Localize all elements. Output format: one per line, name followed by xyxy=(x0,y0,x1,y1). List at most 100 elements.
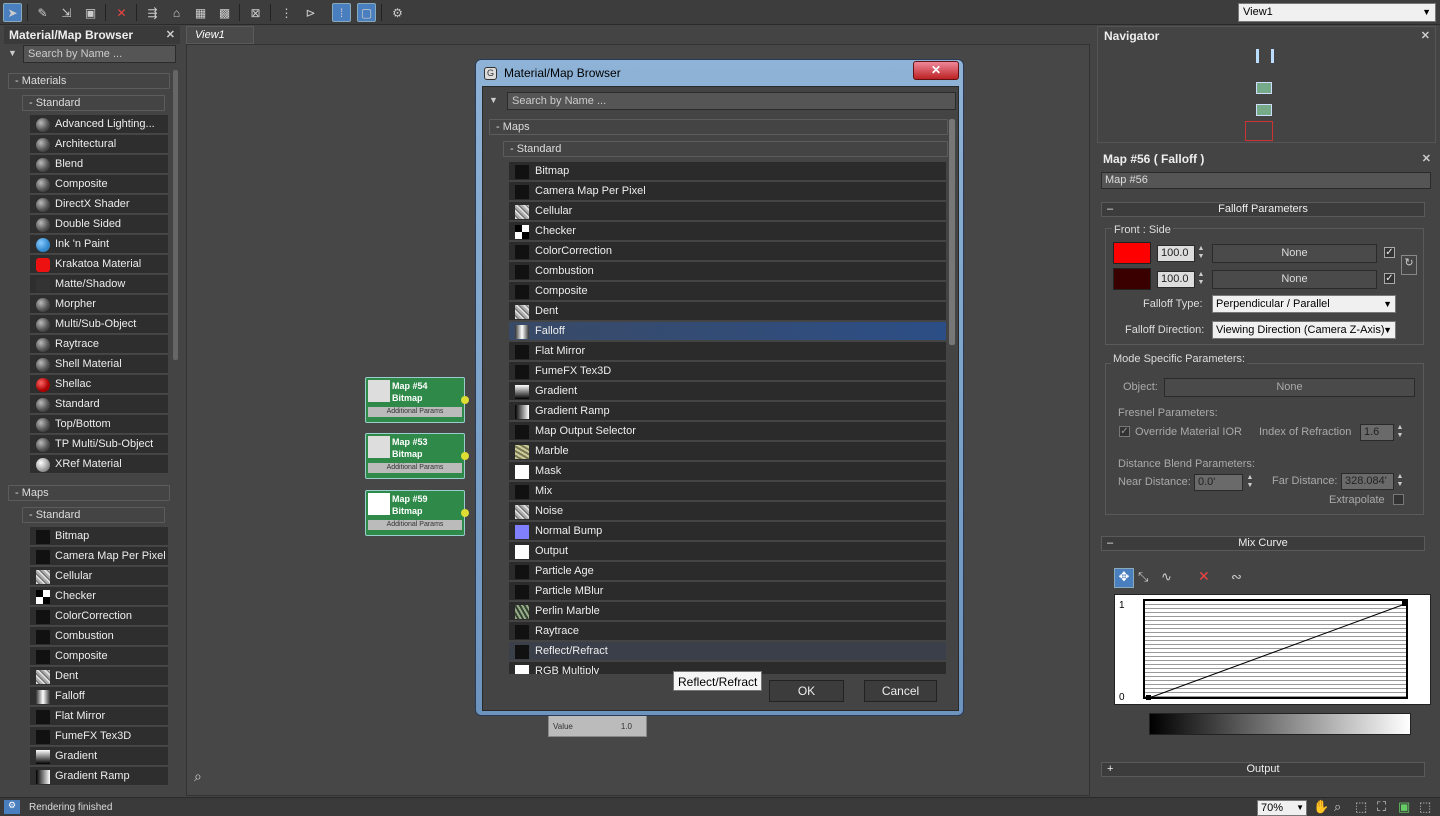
scrollbar[interactable] xyxy=(949,119,955,345)
list-item[interactable]: Raytrace xyxy=(509,622,946,641)
pan-hand-icon[interactable]: ✋ xyxy=(1313,799,1329,815)
zoom-extents-icon[interactable]: ⛶ xyxy=(1377,799,1386,815)
zoom-icon[interactable]: ⌕ xyxy=(1334,799,1341,815)
object-pick-button[interactable]: None xyxy=(1164,378,1415,397)
side-map-checkbox[interactable]: ✓ xyxy=(1384,273,1395,284)
list-item[interactable]: Particle MBlur xyxy=(509,582,946,601)
list-item[interactable]: Output xyxy=(509,542,946,561)
list-item[interactable]: Advanced Lighting... xyxy=(30,115,168,134)
ior-field[interactable]: 1.6 xyxy=(1360,424,1394,441)
zoom-selected-icon[interactable]: ▣ xyxy=(1398,799,1410,815)
hide-unused-icon[interactable]: ⌂ xyxy=(167,3,186,22)
bitmap-node[interactable]: Map #54 Bitmap Additional Params xyxy=(365,377,469,423)
list-item[interactable]: Flat Mirror xyxy=(509,342,946,361)
list-item[interactable]: Top/Bottom xyxy=(30,415,168,434)
list-item[interactable]: FumeFX Tex3D xyxy=(30,727,168,746)
list-item[interactable]: Bitmap xyxy=(30,527,168,546)
options-icon[interactable]: ⚙ xyxy=(388,3,407,22)
list-item[interactable]: Gradient Ramp xyxy=(30,767,168,786)
list-item[interactable]: Falloff xyxy=(30,687,168,706)
maps-group-header[interactable]: - Maps xyxy=(489,119,948,135)
list-item[interactable]: Cellular xyxy=(30,567,168,586)
swap-colors-icon[interactable]: ↻ xyxy=(1401,255,1417,275)
list-item[interactable]: Krakatoa Material xyxy=(30,255,168,274)
extrapolate-checkbox[interactable] xyxy=(1393,494,1404,505)
show-background-icon[interactable]: ⊠ xyxy=(246,3,265,22)
spinner-icon[interactable]: ▲ ▼ xyxy=(1395,424,1405,441)
list-item[interactable]: Falloff xyxy=(509,322,946,341)
front-color-swatch[interactable] xyxy=(1113,242,1151,264)
list-item[interactable]: Composite xyxy=(509,282,946,301)
dialog-search-input[interactable]: Search by Name ... xyxy=(507,92,956,110)
partial-node[interactable]: Value 1.0 xyxy=(548,715,647,737)
zoom-dropdown[interactable]: 70% ▼ xyxy=(1257,800,1307,816)
pick-material-icon[interactable]: ▣ xyxy=(81,3,100,22)
list-item[interactable]: Perlin Marble xyxy=(509,602,946,621)
list-item[interactable]: Double Sided xyxy=(30,215,168,234)
delete-icon[interactable]: ✕ xyxy=(112,3,131,22)
close-button[interactable]: ✕ xyxy=(913,61,959,80)
output-socket[interactable] xyxy=(461,452,469,460)
list-item[interactable]: Dent xyxy=(509,302,946,321)
scale-point-icon[interactable]: ⤡ xyxy=(1138,569,1148,585)
map-name-field[interactable]: Map #56 xyxy=(1101,172,1431,189)
eyedropper-icon[interactable]: ✎ xyxy=(33,3,52,22)
list-item[interactable]: Checker xyxy=(509,222,946,241)
standard-maps-header[interactable]: - Standard xyxy=(503,141,948,157)
list-item[interactable]: DirectX Shader xyxy=(30,195,168,214)
view-dropdown[interactable]: View1 ▼ xyxy=(1238,3,1436,22)
list-item[interactable]: Marble xyxy=(509,442,946,461)
list-item[interactable]: Particle Age xyxy=(509,562,946,581)
list-item[interactable]: Flat Mirror xyxy=(30,707,168,726)
list-item[interactable]: Camera Map Per Pixel xyxy=(30,547,168,566)
list-item[interactable]: Cellular xyxy=(509,202,946,221)
list-item[interactable]: Composite xyxy=(30,647,168,666)
binoculars-icon[interactable]: ⌕ xyxy=(194,768,202,785)
list-item[interactable]: Architectural xyxy=(30,135,168,154)
list-item[interactable]: Bitmap xyxy=(509,162,946,181)
list-item[interactable]: Combustion xyxy=(30,627,168,646)
close-icon[interactable]: ✕ xyxy=(1422,152,1431,165)
front-amount-field[interactable]: 100.0 xyxy=(1157,245,1195,262)
list-item[interactable]: Mix xyxy=(509,482,946,501)
assign-material-icon[interactable]: ⇲ xyxy=(57,3,76,22)
list-item[interactable]: Multi/Sub-Object xyxy=(30,315,168,334)
list-item[interactable]: Mask xyxy=(509,462,946,481)
list-item[interactable]: Matte/Shadow xyxy=(30,275,168,294)
list-item[interactable]: TP Multi/Sub-Object xyxy=(30,435,168,454)
ok-button[interactable]: OK xyxy=(769,680,844,702)
delete-point-icon[interactable]: ✕ xyxy=(1198,568,1210,585)
mix-curve-rollout[interactable]: – Mix Curve xyxy=(1101,536,1425,551)
list-item[interactable]: FumeFX Tex3D xyxy=(509,362,946,381)
list-item[interactable]: Morpher xyxy=(30,295,168,314)
far-distance-field[interactable]: 328.084' xyxy=(1341,473,1394,490)
side-map-button[interactable]: None xyxy=(1212,270,1377,289)
list-item[interactable]: Composite xyxy=(30,175,168,194)
move-point-icon[interactable]: ✥ xyxy=(1114,568,1134,588)
spinner-icon[interactable]: ▲ ▼ xyxy=(1245,474,1255,491)
list-item[interactable]: Gradient xyxy=(30,747,168,766)
insert-point-icon[interactable]: ∿ xyxy=(1161,569,1172,585)
scrollbar[interactable] xyxy=(173,70,178,360)
falloff-type-dropdown[interactable]: Perpendicular / Parallel ▼ xyxy=(1212,295,1396,313)
front-map-button[interactable]: None xyxy=(1212,244,1377,263)
show-params-icon[interactable]: ▢ xyxy=(357,3,376,22)
reset-curve-icon[interactable]: ∾ xyxy=(1231,569,1242,585)
output-rollout[interactable]: + Output xyxy=(1101,762,1425,777)
output-socket[interactable] xyxy=(461,509,469,517)
list-item[interactable]: Map Output Selector xyxy=(509,422,946,441)
mix-curve-graph[interactable]: 1 0 xyxy=(1114,594,1431,705)
list-item[interactable]: Shellac xyxy=(30,375,168,394)
list-item[interactable]: Normal Bump xyxy=(509,522,946,541)
spinner-icon[interactable]: ▲ ▼ xyxy=(1196,245,1206,262)
near-distance-field[interactable]: 0.0' xyxy=(1194,474,1243,491)
standard-materials-header[interactable]: - Standard xyxy=(22,95,165,111)
list-item[interactable]: ColorCorrection xyxy=(30,607,168,626)
list-item[interactable]: Ink 'n Paint xyxy=(30,235,168,254)
layout-all-icon[interactable]: ▦ xyxy=(191,3,210,22)
zoom-region-icon[interactable]: ⬚ xyxy=(1355,799,1367,815)
side-color-swatch[interactable] xyxy=(1113,268,1151,290)
list-item[interactable]: ColorCorrection xyxy=(509,242,946,261)
layout-vertical-icon[interactable]: ⋮ xyxy=(277,3,296,22)
show-browser-icon[interactable]: ⁞ xyxy=(332,3,351,22)
